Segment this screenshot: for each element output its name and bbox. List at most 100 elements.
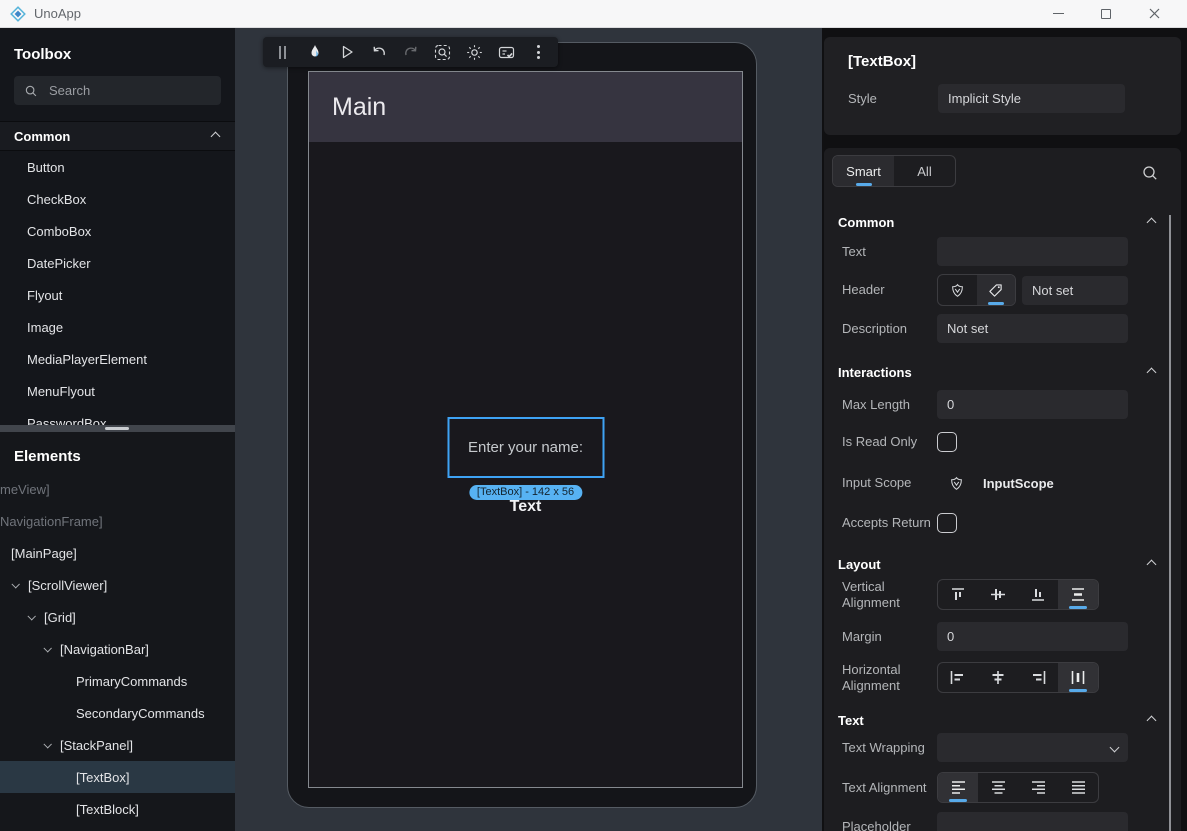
tree-item-mainpage[interactable]: [MainPage] (0, 537, 235, 569)
active-tab-underline (856, 183, 872, 186)
is-read-only-label: Is Read Only (842, 434, 937, 450)
tree-item-secondarycommands[interactable]: SecondaryCommands (0, 697, 235, 729)
textalign-justify-button[interactable] (1058, 773, 1098, 802)
chevron-down-icon[interactable] (24, 614, 38, 620)
binding-mode-button[interactable] (938, 275, 977, 305)
toolbar-drag-handle[interactable] (273, 41, 292, 63)
chevron-down-icon[interactable] (40, 742, 54, 748)
properties-card: Smart All Common (824, 148, 1181, 831)
tab-smart[interactable]: Smart (833, 156, 894, 186)
tag-icon (988, 283, 1003, 298)
tree-item-textbox[interactable]: [TextBox] (0, 761, 235, 793)
text-wrapping-label: Text Wrapping (842, 740, 937, 756)
toolbox-search[interactable] (14, 76, 221, 105)
description-input[interactable]: Not set (937, 314, 1128, 343)
selected-align-underline (1069, 689, 1087, 692)
device-screen: Main Enter your name: [TextBox] - 142 x … (308, 71, 743, 788)
properties-search-icon[interactable] (1141, 164, 1159, 182)
margin-input[interactable]: 0 (937, 622, 1128, 651)
binding-icon (950, 283, 965, 298)
align-bottom-icon (1029, 587, 1047, 602)
halign-center-button[interactable] (978, 663, 1018, 692)
description-label: Description (842, 321, 937, 337)
align-left-icon (949, 670, 967, 685)
tree-item-grid[interactable]: [Grid] (0, 601, 235, 633)
tree-item-navigationframe[interactable]: NavigationFrame] (0, 505, 235, 537)
toolbox-item-checkbox[interactable]: CheckBox (0, 183, 235, 215)
search-input[interactable] (47, 82, 197, 99)
device-frame: Main Enter your name: [TextBox] - 142 x … (287, 42, 757, 808)
tree-item-frameview[interactable]: meView] (0, 473, 235, 505)
toolbox-horizontal-scrollbar[interactable] (0, 425, 235, 432)
header-input[interactable]: Not set (1022, 276, 1128, 305)
app-window: UnoApp Toolbox Common Button (0, 0, 1187, 831)
chevron-down-icon[interactable] (40, 646, 54, 652)
close-button[interactable] (1143, 4, 1165, 24)
textblock-element[interactable]: Text (510, 498, 542, 516)
text-alignment-label: Text Alignment (842, 780, 937, 796)
tree-item-stackpanel[interactable]: [StackPanel] (0, 729, 235, 761)
properties-scrollbar[interactable] (1169, 215, 1171, 831)
selected-textbox[interactable]: Enter your name: (447, 417, 604, 478)
chevron-down-icon[interactable] (8, 582, 22, 588)
input-scope-value[interactable]: InputScope (983, 476, 1054, 491)
page-title: Main (332, 93, 386, 122)
section-header-layout[interactable]: Layout (824, 555, 1181, 573)
property-tabs: Smart All (832, 155, 956, 187)
valign-stretch-button[interactable] (1058, 580, 1098, 609)
section-header-common[interactable]: Common (824, 213, 1181, 231)
chevron-up-icon (211, 131, 221, 141)
halign-right-button[interactable] (1018, 663, 1058, 692)
section-header-interactions[interactable]: Interactions (824, 363, 1181, 381)
section-header-text[interactable]: Text (824, 711, 1181, 729)
tab-all[interactable]: All (894, 156, 955, 186)
textalign-left-button[interactable] (938, 773, 978, 802)
selected-element-card: [TextBox] Style Implicit Style (824, 37, 1181, 135)
more-options-kebab-icon[interactable] (529, 41, 548, 63)
valign-top-button[interactable] (938, 580, 978, 609)
toolbox-item-image[interactable]: Image (0, 311, 235, 343)
play-button[interactable] (337, 41, 356, 63)
tree-item-textblock[interactable]: [TextBlock] (0, 793, 235, 825)
horizontal-alignment-group (937, 662, 1099, 693)
toolbox-item-mediaplayerelement[interactable]: MediaPlayerElement (0, 343, 235, 375)
text-wrapping-dropdown[interactable] (937, 733, 1128, 762)
text-alignment-group (937, 772, 1099, 803)
toolbox-item-menuflyout[interactable]: MenuFlyout (0, 375, 235, 407)
form-validation-icon[interactable] (497, 41, 516, 63)
max-length-input[interactable]: 0 (937, 390, 1128, 419)
accepts-return-label: Accepts Return (842, 515, 937, 531)
toolbox-section-common[interactable]: Common (0, 121, 235, 151)
toolbox-item-combobox[interactable]: ComboBox (0, 215, 235, 247)
halign-left-button[interactable] (938, 663, 978, 692)
placeholder-input[interactable] (937, 812, 1128, 831)
redo-button[interactable] (401, 41, 420, 63)
maximize-button[interactable] (1095, 4, 1117, 24)
textalign-center-button[interactable] (978, 773, 1018, 802)
style-input[interactable]: Implicit Style (938, 84, 1125, 113)
toolbox-item-datepicker[interactable]: DatePicker (0, 247, 235, 279)
tree-item-primarycommands[interactable]: PrimaryCommands (0, 665, 235, 697)
text-label: Text (842, 244, 937, 260)
is-read-only-checkbox[interactable] (937, 432, 957, 452)
accepts-return-checkbox[interactable] (937, 513, 957, 533)
text-input[interactable] (937, 237, 1128, 266)
scrollbar-thumb[interactable] (105, 427, 129, 430)
minimize-button[interactable] (1047, 4, 1069, 24)
hot-reload-flame-icon[interactable] (305, 41, 324, 63)
undo-button[interactable] (369, 41, 388, 63)
style-label: Style (848, 91, 938, 106)
toolbox-item-flyout[interactable]: Flyout (0, 279, 235, 311)
tree-item-navigationbar[interactable]: [NavigationBar] (0, 633, 235, 665)
valign-center-button[interactable] (978, 580, 1018, 609)
textalign-right-button[interactable] (1018, 773, 1058, 802)
chevron-up-icon (1147, 217, 1157, 227)
toolbox-item-button[interactable]: Button (0, 151, 235, 183)
halign-stretch-button[interactable] (1058, 663, 1098, 692)
text-align-justify-icon (1070, 780, 1087, 795)
theme-light-icon[interactable] (465, 41, 484, 63)
element-inspect-icon[interactable] (433, 41, 452, 63)
literal-mode-button[interactable] (977, 275, 1016, 305)
valign-bottom-button[interactable] (1018, 580, 1058, 609)
tree-item-scrollviewer[interactable]: [ScrollViewer] (0, 569, 235, 601)
